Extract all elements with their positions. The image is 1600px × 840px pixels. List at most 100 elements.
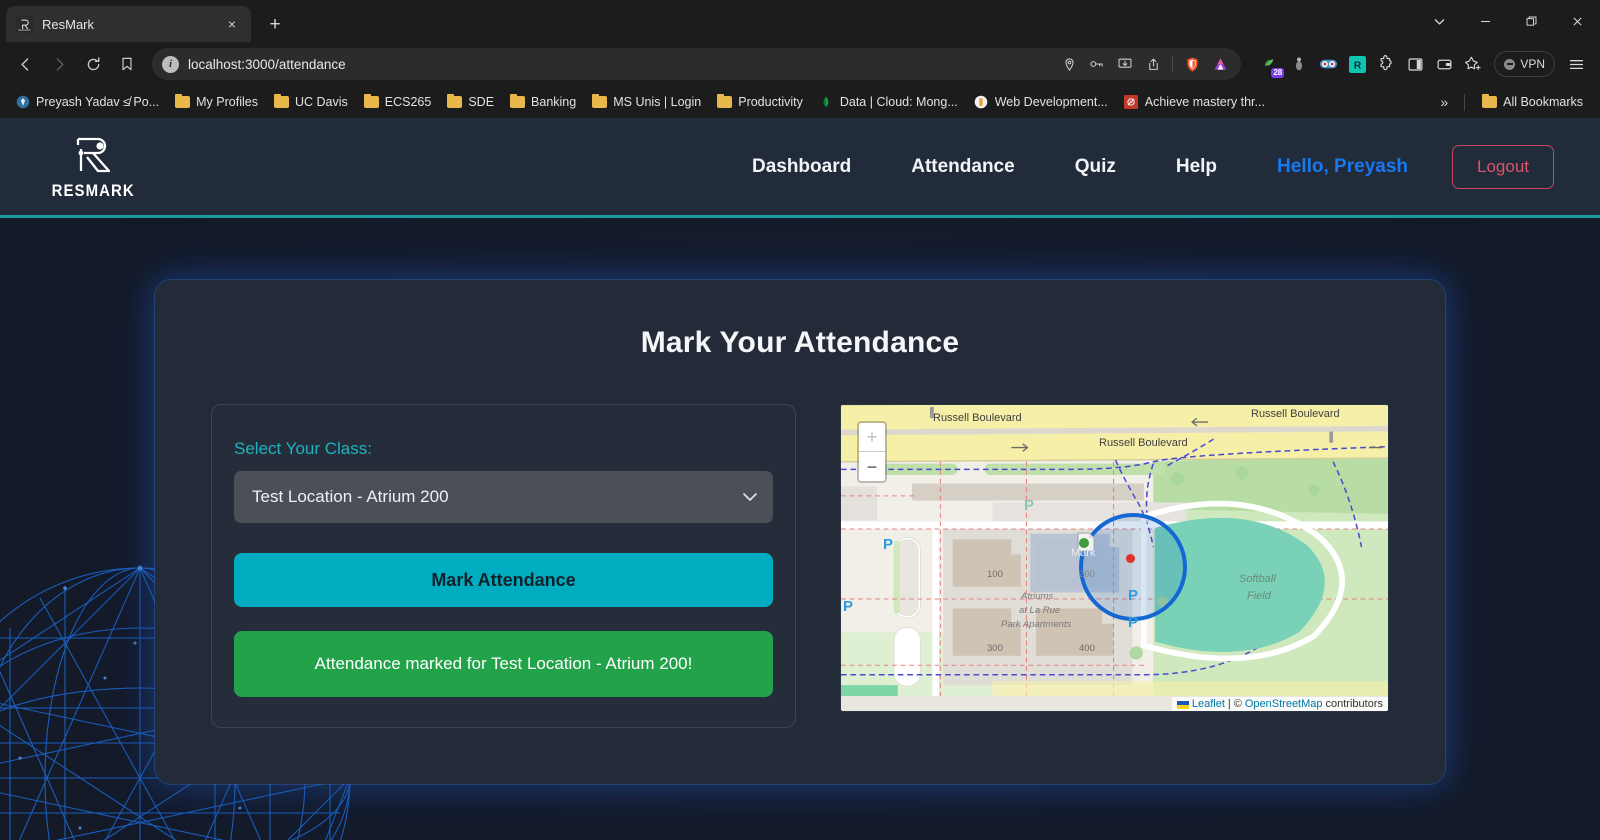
brave-leo-icon[interactable]	[1207, 51, 1233, 77]
bookmark-folder[interactable]: UC Davis	[267, 92, 355, 112]
attendance-map[interactable]: P P P P P Russell Boulevard Russell Boul…	[840, 404, 1389, 712]
main-content: Mark Your Attendance Select Your Class: …	[0, 218, 1600, 784]
folder-icon	[1482, 94, 1498, 108]
parking-icon: P	[1128, 614, 1139, 631]
r-extension-icon[interactable]: R	[1344, 51, 1370, 77]
omnibox-divider	[1172, 56, 1174, 72]
forward-icon[interactable]	[44, 49, 74, 79]
bookmark-label: Web Development...	[994, 95, 1108, 109]
svg-text:R: R	[1354, 60, 1362, 71]
window-controls	[1416, 4, 1600, 38]
bookmark-label: ECS265	[384, 95, 432, 109]
openstreetmap-link[interactable]: OpenStreetMap	[1245, 698, 1323, 710]
panel-body: Select Your Class: Test Location - Atriu…	[211, 404, 1389, 728]
bookmarks-overflow-icon[interactable]: »	[1434, 94, 1454, 110]
bookmark-label: Banking	[531, 95, 577, 109]
brave-shields-icon[interactable]	[1179, 51, 1205, 77]
googly-eyes-icon[interactable]	[1315, 51, 1341, 77]
bookmark-label: MS Unis | Login	[613, 95, 702, 109]
vpn-label: VPN	[1520, 57, 1545, 71]
attendance-form-card: Select Your Class: Test Location - Atriu…	[211, 404, 796, 728]
nav-link-help[interactable]: Help	[1146, 146, 1247, 188]
browser-tab-resmark[interactable]: RESMARK ResMark ×	[6, 6, 251, 42]
map-attribution: Leaflet | © OpenStreetMap contributors	[1171, 697, 1388, 711]
map-zoom-out-button[interactable]: −	[859, 452, 885, 481]
tab-search-icon[interactable]	[1416, 4, 1462, 38]
bookmark-folder[interactable]: SDE	[440, 92, 501, 112]
svg-text:RESMARK: RESMARK	[18, 28, 31, 31]
mark-attendance-button[interactable]: Mark Attendance	[234, 553, 773, 607]
tab-close-icon[interactable]: ×	[223, 15, 241, 33]
bookmarks-bar: Preyash Yadav ≰ Po... My Profiles UC Dav…	[0, 86, 1600, 118]
minimize-icon[interactable]	[1462, 4, 1508, 38]
bookmark-folder[interactable]: Banking	[503, 92, 583, 112]
parking-icon: P	[1128, 587, 1139, 604]
user-location-dot	[1126, 554, 1135, 563]
nav-link-attendance[interactable]: Attendance	[881, 146, 1044, 188]
parking-icon: P	[883, 536, 894, 553]
dark-reader-icon[interactable]	[1286, 51, 1312, 77]
puzzle-extension-icon[interactable]	[1373, 51, 1399, 77]
address-bar[interactable]: i localhost:3000/attendance	[152, 48, 1242, 80]
class-select-input[interactable]: Test Location - Atrium 200	[234, 471, 773, 523]
logo-wordmark: RESMARK	[51, 181, 135, 200]
map-zoom-controls: + −	[857, 421, 887, 483]
bookmark-item[interactable]: Web Development...	[967, 92, 1115, 113]
brave-rewards-icon[interactable]	[1460, 51, 1486, 77]
bookmark-folder[interactable]: Productivity	[710, 92, 810, 112]
reload-icon[interactable]	[78, 49, 108, 79]
class-select-label: Select Your Class:	[234, 439, 372, 458]
bookmark-item[interactable]: Data | Cloud: Mong...	[812, 92, 965, 113]
bookmark-label: Productivity	[738, 95, 803, 109]
folder-icon	[510, 94, 526, 108]
app-header: RESMARK Dashboard Attendance Quiz Help H…	[0, 118, 1600, 218]
copyright-symbol: ©	[1233, 698, 1242, 710]
bookmark-label: Preyash Yadav ≰ Po...	[36, 95, 160, 109]
app-logo[interactable]: RESMARK	[46, 132, 140, 201]
leaflet-link[interactable]: Leaflet	[1192, 698, 1225, 710]
class-select-wrapper: Test Location - Atrium 200	[234, 471, 773, 523]
wallet-icon[interactable]	[1431, 51, 1457, 77]
bookmark-icon[interactable]	[112, 49, 142, 79]
parking-icon: P	[843, 598, 854, 615]
bookmark-folder[interactable]: ECS265	[357, 92, 439, 112]
bookmark-label: Achieve mastery thr...	[1144, 95, 1265, 109]
parking-icon: P	[1024, 497, 1035, 514]
location-icon[interactable]	[1056, 51, 1082, 77]
logout-button[interactable]: Logout	[1452, 144, 1554, 189]
all-bookmarks-button[interactable]: All Bookmarks	[1475, 92, 1590, 112]
back-icon[interactable]	[10, 49, 40, 79]
site-info-icon[interactable]: i	[162, 55, 179, 73]
install-app-icon[interactable]	[1112, 51, 1138, 77]
password-key-icon[interactable]	[1084, 51, 1110, 77]
nav-link-quiz[interactable]: Quiz	[1045, 146, 1146, 188]
linkedin-favicon	[15, 95, 30, 110]
tab-strip: RESMARK ResMark × +	[0, 0, 1600, 42]
extension-icons: 28 R	[1251, 51, 1486, 78]
sidebar-panel-icon[interactable]	[1402, 51, 1428, 77]
vpn-toggle[interactable]: VPN	[1494, 51, 1555, 77]
attendance-panel: Mark Your Attendance Select Your Class: …	[155, 280, 1445, 784]
tabs-badge-count: 28	[1271, 68, 1285, 78]
new-tab-button[interactable]: +	[261, 10, 289, 38]
share-icon[interactable]	[1140, 51, 1166, 77]
user-greeting: Hello, Preyash	[1277, 155, 1408, 177]
restore-icon[interactable]	[1508, 4, 1554, 38]
bookmark-label: UC Davis	[294, 95, 348, 109]
mongodb-favicon	[819, 95, 834, 110]
browser-menu-icon[interactable]	[1562, 50, 1590, 78]
nav-link-dashboard[interactable]: Dashboard	[722, 146, 881, 188]
bookmark-label: SDE	[468, 95, 495, 109]
geofence-circle	[1079, 513, 1187, 621]
bookmark-folder[interactable]: MS Unis | Login	[585, 92, 708, 112]
map-zoom-in-button[interactable]: +	[859, 423, 885, 452]
bookmark-item[interactable]: Preyash Yadav ≰ Po...	[8, 92, 166, 113]
folder-icon	[175, 94, 191, 108]
tabs-badge-icon[interactable]: 28	[1257, 51, 1285, 78]
page-viewport: RESMARK Dashboard Attendance Quiz Help H…	[0, 118, 1600, 840]
bookmark-folder[interactable]: My Profiles	[168, 92, 265, 112]
omnibox-icons	[1056, 51, 1233, 77]
folder-icon	[363, 94, 379, 108]
close-icon[interactable]	[1554, 4, 1600, 38]
bookmark-item[interactable]: Achieve mastery thr...	[1117, 92, 1272, 113]
